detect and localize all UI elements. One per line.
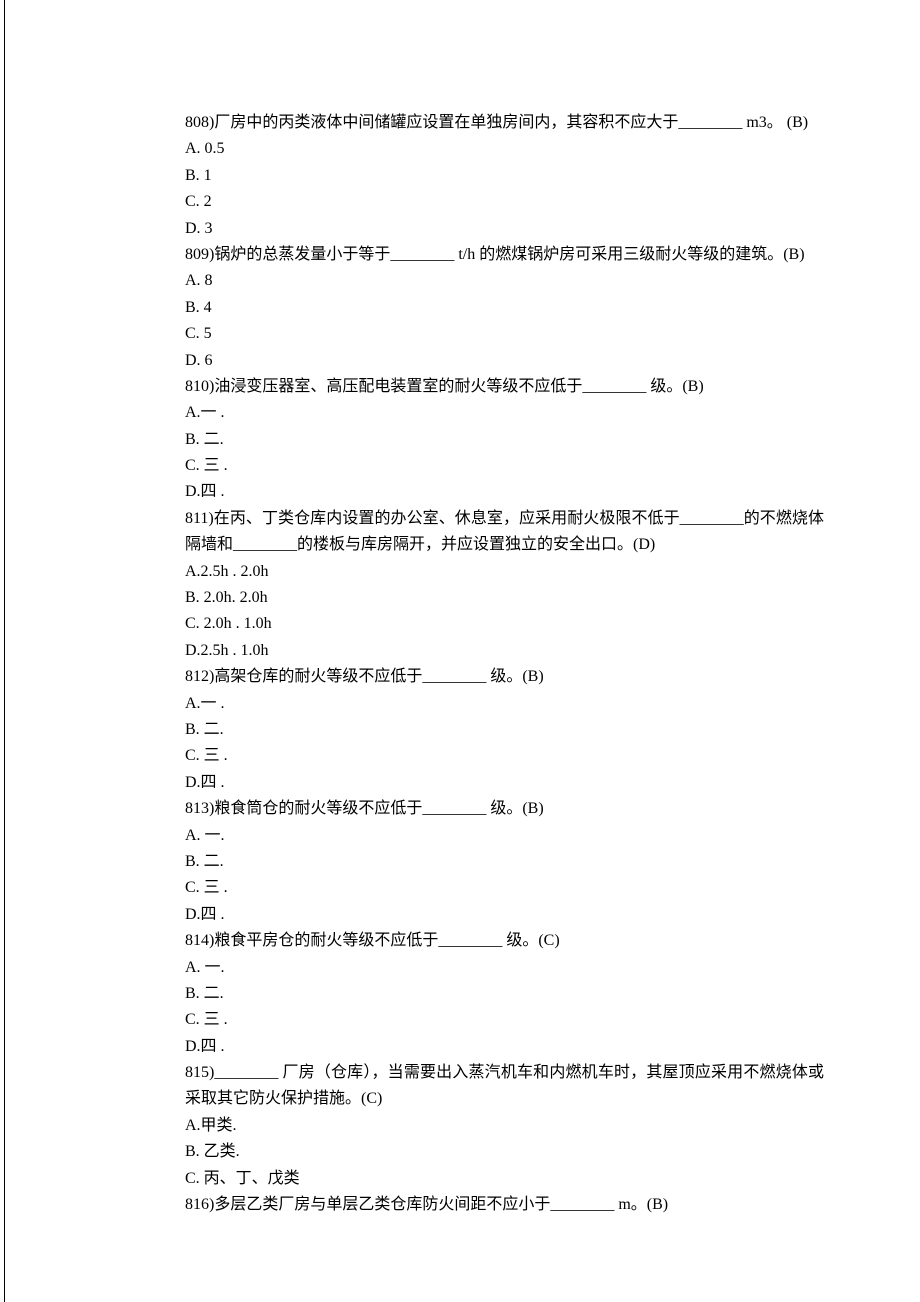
question-option: A. 0.5	[185, 136, 824, 162]
question-stem: 816)多层乙类厂房与单层乙类仓库防火间距不应小于________ m。(B)	[185, 1192, 824, 1218]
question-option: C. 三 .	[185, 1007, 824, 1033]
question-option: B. 1	[185, 163, 824, 189]
question-stem: 811)在丙、丁类仓库内设置的办公室、休息室，应采用耐火极限不低于_______…	[185, 506, 824, 559]
question-option: A.2.5h . 2.0h	[185, 559, 824, 585]
question-option: A. 一.	[185, 823, 824, 849]
question-option: D.四 .	[185, 770, 824, 796]
question-stem: 813)粮食筒仓的耐火等级不应低于________ 级。(B)	[185, 796, 824, 822]
question-stem: 812)高架仓库的耐火等级不应低于________ 级。(B)	[185, 664, 824, 690]
question-stem: 810)油浸变压器室、高压配电装置室的耐火等级不应低于________ 级。(B…	[185, 374, 824, 400]
question-option: B. 4	[185, 295, 824, 321]
question-stem: 815)________ 厂房（仓库），当需要出入蒸汽机车和内燃机车时，其屋顶应…	[185, 1060, 824, 1113]
question-option: D.2.5h . 1.0h	[185, 638, 824, 664]
question-option: C. 三 .	[185, 453, 824, 479]
question-option: B. 二.	[185, 427, 824, 453]
question-option: A.一 .	[185, 691, 824, 717]
question-option: D.四 .	[185, 479, 824, 505]
question-option: D.四 .	[185, 902, 824, 928]
question-option: B. 二.	[185, 717, 824, 743]
question-stem: 809)锅炉的总蒸发量小于等于________ t/h 的燃煤锅炉房可采用三级耐…	[185, 242, 824, 268]
question-option: C. 2	[185, 189, 824, 215]
question-option: D. 6	[185, 348, 824, 374]
question-option: B. 二.	[185, 849, 824, 875]
question-option: A.一 .	[185, 400, 824, 426]
document-page: 808)厂房中的丙类液体中间储罐应设置在单独房间内，其容积不应大于_______…	[4, 0, 920, 1302]
question-option: C. 5	[185, 321, 824, 347]
question-option: B. 2.0h. 2.0h	[185, 585, 824, 611]
question-option: D. 3	[185, 216, 824, 242]
question-option: C. 丙、丁、戊类	[185, 1166, 824, 1192]
question-option: A.甲类.	[185, 1113, 824, 1139]
question-option: C. 三 .	[185, 875, 824, 901]
question-option: B. 二.	[185, 981, 824, 1007]
question-option: B. 乙类.	[185, 1139, 824, 1165]
question-option: C. 2.0h . 1.0h	[185, 611, 824, 637]
question-stem: 814)粮食平房仓的耐火等级不应低于________ 级。(C)	[185, 928, 824, 954]
question-stem: 808)厂房中的丙类液体中间储罐应设置在单独房间内，其容积不应大于_______…	[185, 110, 824, 136]
question-option: D.四 .	[185, 1034, 824, 1060]
question-option: A. 一.	[185, 955, 824, 981]
question-option: C. 三 .	[185, 743, 824, 769]
question-option: A. 8	[185, 268, 824, 294]
